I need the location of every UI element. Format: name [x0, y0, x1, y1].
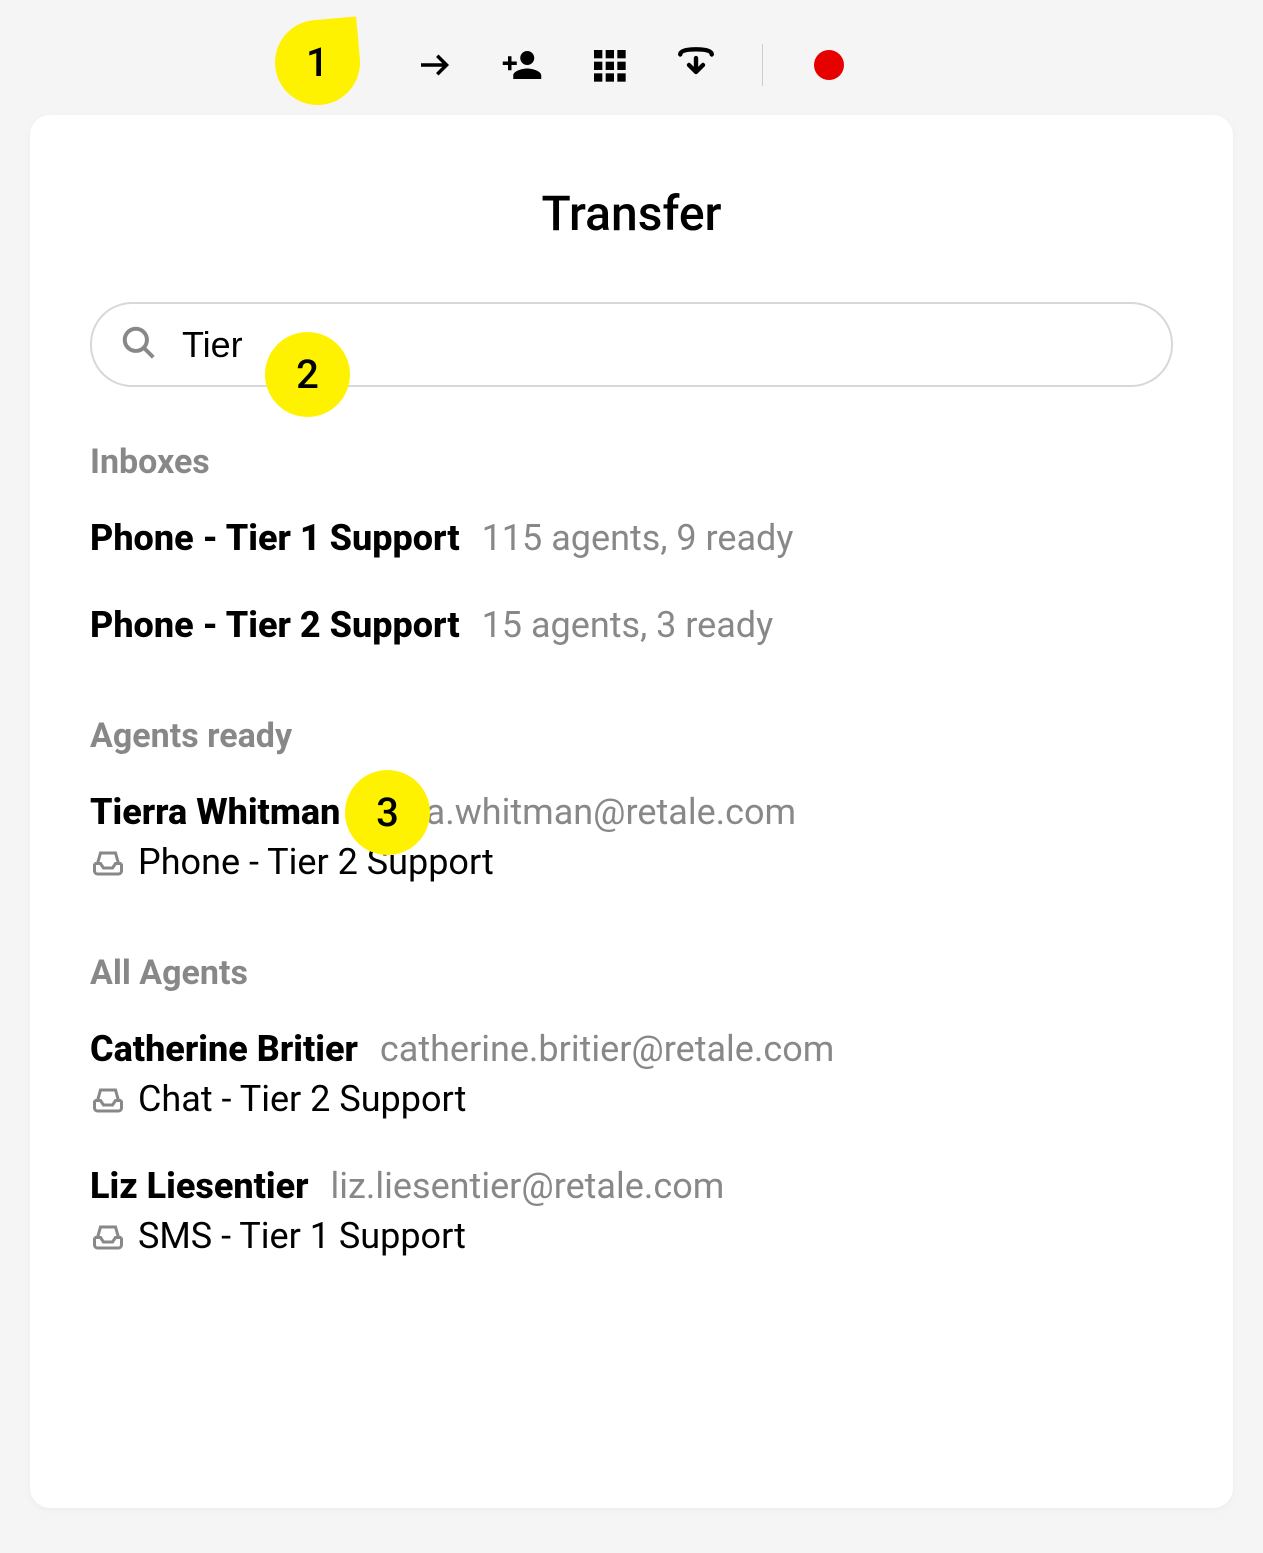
hold-incoming-icon[interactable]: [675, 44, 717, 86]
agent-inbox: Phone - Tier 2 Support: [138, 841, 494, 883]
inbox-row[interactable]: Phone - Tier 1 Support 115 agents, 9 rea…: [90, 517, 1173, 559]
agent-name: Liz Liesentier: [90, 1165, 309, 1207]
search-input[interactable]: [90, 302, 1173, 387]
annotation-callout-2: 2: [265, 332, 350, 417]
transfer-panel: Transfer Inboxes Phone - Tier 1 Support …: [30, 115, 1233, 1508]
inbox-tray-icon: [90, 1081, 126, 1117]
section-header-all-agents: All Agents: [90, 953, 1173, 993]
inbox-meta: 115 agents, 9 ready: [482, 517, 794, 559]
agent-row[interactable]: Liz Liesentier liz.liesentier@retale.com…: [90, 1165, 1173, 1257]
panel-title: Transfer: [90, 185, 1173, 242]
agent-inbox: Chat - Tier 2 Support: [138, 1078, 466, 1120]
agent-name: Catherine Britier: [90, 1028, 358, 1070]
inbox-meta: 15 agents, 3 ready: [482, 604, 774, 646]
agent-name: Tierra Whitman: [90, 791, 340, 833]
inbox-name: Phone - Tier 2 Support: [90, 604, 460, 646]
dialpad-icon[interactable]: [588, 44, 630, 86]
section-header-inboxes: Inboxes: [90, 442, 1173, 482]
agent-row[interactable]: Catherine Britier catherine.britier@reta…: [90, 1028, 1173, 1120]
annotation-callout-3: 3: [345, 770, 430, 855]
agent-inbox: SMS - Tier 1 Support: [138, 1215, 466, 1257]
agent-email: liz.liesentier@retale.com: [331, 1165, 725, 1207]
search-icon: [120, 324, 158, 366]
inbox-row[interactable]: Phone - Tier 2 Support 15 agents, 3 read…: [90, 604, 1173, 646]
search-field-wrap: [90, 302, 1173, 387]
record-icon: [814, 50, 844, 80]
transfer-arrow-icon[interactable]: [414, 44, 456, 86]
call-toolbar: [0, 35, 1263, 95]
section-header-agents-ready: Agents ready: [90, 716, 1173, 756]
toolbar-divider: [762, 44, 763, 86]
inbox-name: Phone - Tier 1 Support: [90, 517, 460, 559]
agent-email: catherine.britier@retale.com: [380, 1028, 834, 1070]
record-button[interactable]: [808, 44, 850, 86]
add-person-icon[interactable]: [501, 44, 543, 86]
inbox-tray-icon: [90, 844, 126, 880]
inbox-tray-icon: [90, 1218, 126, 1254]
agent-row[interactable]: Tierra Whitman tierra.whitman@retale.com…: [90, 791, 1173, 883]
